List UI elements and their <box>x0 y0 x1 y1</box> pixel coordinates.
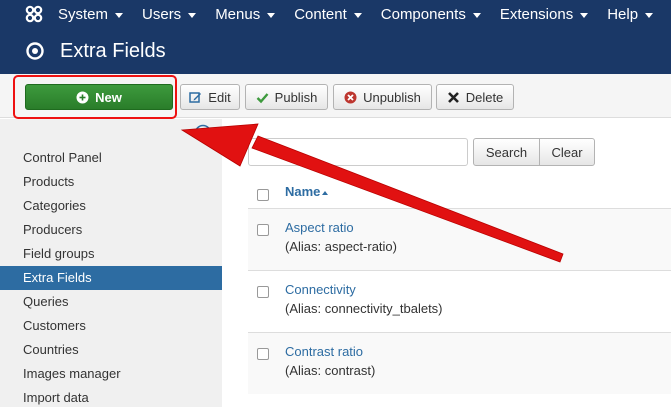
nav-menu-label: Extensions <box>499 5 574 23</box>
check-icon <box>256 91 269 104</box>
joomla-logo-icon[interactable] <box>24 0 44 28</box>
target-icon <box>26 42 44 60</box>
delete-button-label: Delete <box>465 89 504 105</box>
caret-down-icon <box>580 12 589 18</box>
sidebar-item-field-groups[interactable]: Field groups <box>0 242 222 266</box>
page-header: Extra Fields <box>0 28 671 74</box>
delete-button[interactable]: Delete <box>436 84 514 110</box>
sort-ascending-icon <box>322 190 329 195</box>
field-alias: (Alias: contrast) <box>285 363 376 378</box>
nav-menu-components[interactable]: Components <box>381 6 481 23</box>
nav-menu-menus[interactable]: Menus <box>215 5 276 23</box>
extra-fields-table: Name Aspect ratio (Alias: aspect-ratio) … <box>248 176 671 394</box>
field-name-link[interactable]: Connectivity <box>285 282 356 297</box>
page-title: Extra Fields <box>60 39 166 62</box>
field-name-link[interactable]: Aspect ratio <box>285 220 354 235</box>
unpublish-button-label: Unpublish <box>363 89 421 105</box>
annotation-highlight-box <box>13 75 177 119</box>
nav-menu-help[interactable]: Help <box>607 5 654 23</box>
sidebar-item-producers[interactable]: Producers <box>0 218 222 242</box>
edit-icon <box>189 91 202 104</box>
nav-menu-label: System <box>58 5 109 23</box>
select-all-checkbox[interactable] <box>257 189 269 201</box>
sidebar-item-import-data[interactable]: Import data <box>0 386 222 407</box>
table-row: Connectivity (Alias: connectivity_tbalet… <box>248 270 671 332</box>
publish-button[interactable]: Publish <box>245 84 328 110</box>
delete-x-icon <box>447 91 460 104</box>
sidebar-item-extra-fields[interactable]: Extra Fields <box>0 266 222 290</box>
unpublish-button[interactable]: Unpublish <box>333 84 432 110</box>
caret-down-icon <box>115 12 124 18</box>
clear-button-label: Clear <box>551 144 583 160</box>
nav-menu-extensions[interactable]: Extensions <box>499 5 589 23</box>
name-column-label: Name <box>285 184 321 199</box>
caret-down-icon <box>353 12 362 18</box>
table-header: Name <box>248 176 671 208</box>
top-navbar: System Users Menus Content Components Ex… <box>0 0 671 28</box>
search-button[interactable]: Search <box>473 138 540 166</box>
sidebar-item-countries[interactable]: Countries <box>0 338 222 362</box>
unpublish-x-circle-icon <box>344 91 357 104</box>
nav-menu-content[interactable]: Content <box>294 6 362 23</box>
sidebar-toggle-icon[interactable] <box>194 124 212 142</box>
search-button-label: Search <box>485 144 528 160</box>
caret-down-icon <box>472 12 481 18</box>
nav-menu-label: Help <box>607 5 639 23</box>
sidebar-item-images-manager[interactable]: Images manager <box>0 362 222 386</box>
caret-down-icon <box>645 12 654 18</box>
caret-down-icon <box>267 12 276 18</box>
field-name-link[interactable]: Contrast ratio <box>285 344 363 359</box>
sidebar: Control Panel Products Categories Produc… <box>0 119 222 407</box>
sidebar-item-products[interactable]: Products <box>0 170 222 194</box>
name-column-header[interactable]: Name <box>285 184 329 199</box>
search-input[interactable] <box>248 138 468 166</box>
row-checkbox[interactable] <box>257 286 269 298</box>
field-alias: (Alias: connectivity_tbalets) <box>285 301 443 316</box>
nav-menu-label: Components <box>380 5 466 23</box>
nav-menu-label: Menus <box>215 5 261 23</box>
sidebar-item-categories[interactable]: Categories <box>0 194 222 218</box>
field-alias: (Alias: aspect-ratio) <box>285 239 397 254</box>
publish-button-label: Publish <box>274 89 318 105</box>
table-row: Contrast ratio (Alias: contrast) <box>248 332 671 394</box>
nav-menu-users[interactable]: Users <box>142 5 197 23</box>
nav-menu-system[interactable]: System <box>58 5 124 23</box>
nav-menu-label: Users <box>142 5 182 23</box>
table-row: Aspect ratio (Alias: aspect-ratio) <box>248 208 671 270</box>
sidebar-item-queries[interactable]: Queries <box>0 290 222 314</box>
nav-menu-label: Content <box>294 5 347 23</box>
edit-button[interactable]: Edit <box>180 84 240 110</box>
edit-button-label: Edit <box>208 89 231 105</box>
sidebar-item-customers[interactable]: Customers <box>0 314 222 338</box>
row-checkbox[interactable] <box>257 224 269 236</box>
caret-down-icon <box>188 12 197 18</box>
row-checkbox[interactable] <box>257 348 269 360</box>
clear-button[interactable]: Clear <box>539 138 595 166</box>
sidebar-item-control-panel[interactable]: Control Panel <box>0 146 222 170</box>
